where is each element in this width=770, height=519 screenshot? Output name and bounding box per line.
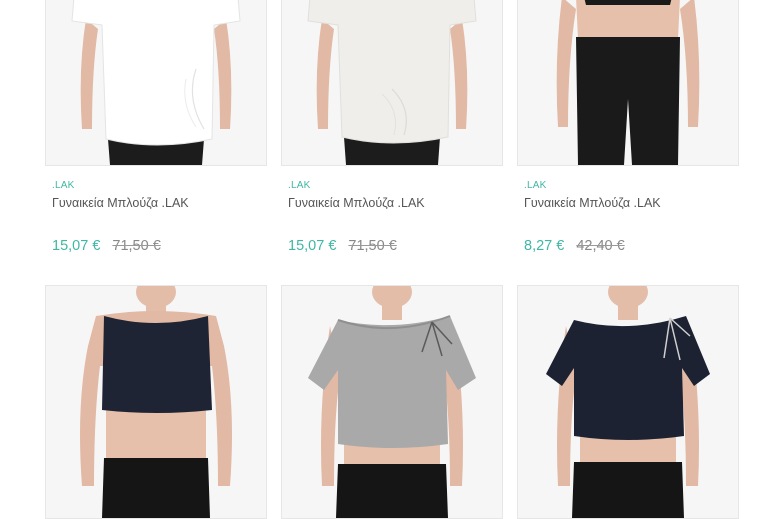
product-image[interactable] [517, 285, 739, 519]
product-brand[interactable]: .LAK [52, 180, 74, 191]
original-price: 71,50 € [112, 238, 161, 254]
sale-price: 8,27 € [524, 238, 565, 254]
product-image[interactable] [517, 0, 739, 166]
product-grid: .LAK Γυναικεία Μπλούζα .LAK 15,07 € 71,50… [45, 0, 739, 519]
sale-price: 15,07 € [52, 238, 101, 254]
product-title[interactable]: Γυναικεία Μπλούζα .LAK [52, 196, 189, 210]
product-image[interactable] [281, 285, 503, 519]
product-price: 15,07 € 71,50 € [288, 238, 397, 254]
product-brand[interactable]: .LAK [524, 180, 546, 191]
product-image[interactable] [45, 285, 267, 519]
product-price: 15,07 € 71,50 € [52, 238, 161, 254]
product-brand[interactable]: .LAK [288, 180, 310, 191]
original-price: 71,50 € [348, 238, 397, 254]
product-price: 8,27 € 42,40 € [524, 238, 625, 254]
product-image[interactable] [45, 0, 267, 166]
product-title[interactable]: Γυναικεία Μπλούζα .LAK [524, 196, 661, 210]
product-image[interactable] [281, 0, 503, 166]
sale-price: 15,07 € [288, 238, 337, 254]
product-title[interactable]: Γυναικεία Μπλούζα .LAK [288, 196, 425, 210]
original-price: 42,40 € [576, 238, 625, 254]
